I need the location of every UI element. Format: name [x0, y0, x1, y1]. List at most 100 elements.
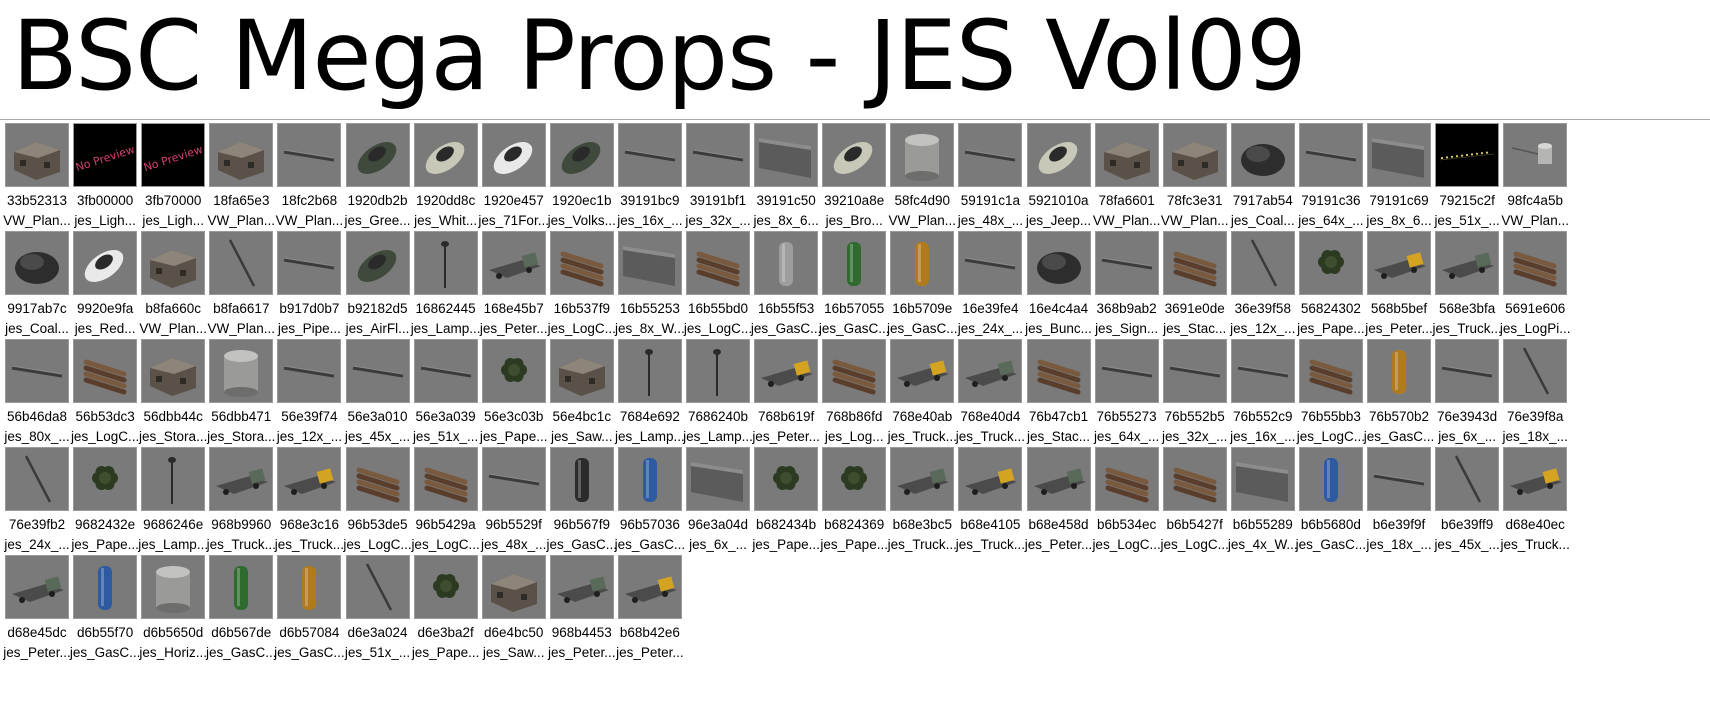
prop-item[interactable]: 76e39f8a jes_18x_... — [1498, 338, 1572, 456]
prop-item[interactable]: 768b86fd jes_Log... — [817, 338, 891, 456]
prop-item[interactable]: 98fc4a5b VW_Plan... — [1498, 122, 1572, 240]
prop-item[interactable]: 7686240b jes_Lamp... — [681, 338, 755, 456]
prop-item[interactable]: b682434b jes_Pape... — [749, 446, 823, 564]
prop-item[interactable]: 7917ab54 jes_Coal... — [1226, 122, 1300, 240]
prop-item[interactable]: 3691e0de jes_Stac... — [1158, 230, 1232, 348]
prop-item[interactable]: b68e4105 jes_Truck... — [953, 446, 1027, 564]
prop-item[interactable]: 56e39f74 jes_12x_... — [272, 338, 346, 456]
prop-item[interactable]: 56e3a010 jes_45x_... — [341, 338, 415, 456]
prop-item[interactable]: 9917ab7c jes_Coal... — [0, 230, 74, 348]
prop-item[interactable]: 16b57055 jes_GasC... — [817, 230, 891, 348]
prop-item[interactable]: 9920e9fa jes_Red... — [68, 230, 142, 348]
prop-item[interactable]: 368b9ab2 jes_Sign... — [1090, 230, 1164, 348]
prop-item[interactable]: b917d0b7 jes_Pipe... — [272, 230, 346, 348]
prop-item[interactable]: 56b53dc3 jes_LogC... — [68, 338, 142, 456]
prop-item[interactable]: 96e3a04d jes_6x_... — [681, 446, 755, 564]
prop-item[interactable]: 16b55f53 jes_GasC... — [749, 230, 823, 348]
prop-item[interactable]: 96b5529f jes_48x_... — [477, 446, 551, 564]
prop-item[interactable]: 96b567f9 jes_GasC... — [545, 446, 619, 564]
prop-item[interactable]: 58fc4d90 VW_Plan... — [885, 122, 959, 240]
prop-item[interactable]: b6b5680d jes_GasC... — [1294, 446, 1368, 564]
prop-item[interactable]: b6e39f9f jes_18x_... — [1362, 446, 1436, 564]
prop-item[interactable]: 79215c2f jes_51x_... — [1430, 122, 1504, 240]
prop-item[interactable]: d6e3ba2f jes_Pape... — [409, 554, 483, 672]
prop-item[interactable]: b68e458d jes_Peter... — [1022, 446, 1096, 564]
prop-item[interactable]: 9686246e jes_Lamp... — [136, 446, 210, 564]
prop-item[interactable]: 56e3c03b jes_Pape... — [477, 338, 551, 456]
prop-item[interactable]: d6b567de jes_GasC... — [204, 554, 278, 672]
prop-item[interactable]: No Preview 3fb70000 jes_Ligh... — [136, 122, 210, 240]
prop-item[interactable]: d6b57084 jes_GasC... — [272, 554, 346, 672]
prop-item[interactable]: 5921010a jes_Jeep... — [1022, 122, 1096, 240]
prop-item[interactable]: b8fa660c VW_Plan... — [136, 230, 210, 348]
prop-item[interactable]: 39191bf1 jes_32x_... — [681, 122, 755, 240]
prop-item[interactable]: 968b9960 jes_Truck... — [204, 446, 278, 564]
prop-item[interactable]: 59191c1a jes_48x_... — [953, 122, 1027, 240]
prop-item[interactable]: 16b55bd0 jes_LogC... — [681, 230, 755, 348]
prop-item[interactable]: 76b55bb3 jes_LogC... — [1294, 338, 1368, 456]
prop-item[interactable]: b8fa6617 VW_Plan... — [204, 230, 278, 348]
prop-item[interactable]: 568b5bef jes_Peter... — [1362, 230, 1436, 348]
prop-item[interactable]: 56824302 jes_Pape... — [1294, 230, 1368, 348]
prop-item[interactable]: 39191bc9 jes_16x_... — [613, 122, 687, 240]
prop-item[interactable]: 16e4c4a4 jes_Bunc... — [1022, 230, 1096, 348]
prop-item[interactable]: d6b5650d jes_Horiz... — [136, 554, 210, 672]
prop-item[interactable]: d6e4bc50 jes_Saw... — [477, 554, 551, 672]
prop-item[interactable]: 16b5709e jes_GasC... — [885, 230, 959, 348]
prop-item[interactable]: 18fc2b68 VW_Plan... — [272, 122, 346, 240]
prop-item[interactable]: 1920db2b jes_Gree... — [341, 122, 415, 240]
prop-item[interactable]: b68b42e6 jes_Peter... — [613, 554, 687, 672]
prop-item[interactable]: 79191c36 jes_64x_... — [1294, 122, 1368, 240]
prop-item[interactable]: 39191c50 jes_8x_6... — [749, 122, 823, 240]
prop-item[interactable]: 768b619f jes_Peter... — [749, 338, 823, 456]
prop-item[interactable]: 5691e606 jes_LogPi... — [1498, 230, 1572, 348]
prop-item[interactable]: 36e39f58 jes_12x_... — [1226, 230, 1300, 348]
prop-item[interactable]: 79191c69 jes_8x_6... — [1362, 122, 1436, 240]
prop-item[interactable]: 168e45b7 jes_Peter... — [477, 230, 551, 348]
prop-item[interactable]: 16862445 jes_Lamp... — [409, 230, 483, 348]
prop-item[interactable]: 76b552c9 jes_16x_... — [1226, 338, 1300, 456]
prop-item[interactable]: 56e4bc1c jes_Saw... — [545, 338, 619, 456]
prop-item[interactable]: 56b46da8 jes_80x_... — [0, 338, 74, 456]
prop-item[interactable]: b6e39ff9 jes_45x_... — [1430, 446, 1504, 564]
prop-item[interactable]: 96b57036 jes_GasC... — [613, 446, 687, 564]
prop-item[interactable]: b6b55289 jes_4x_W... — [1226, 446, 1300, 564]
prop-item[interactable]: 76e39fb2 jes_24x_... — [0, 446, 74, 564]
prop-item[interactable]: 768e40d4 jes_Truck... — [953, 338, 1027, 456]
prop-item[interactable]: d68e45dc jes_Peter... — [0, 554, 74, 672]
prop-item[interactable]: 39210a8e jes_Bro... — [817, 122, 891, 240]
prop-item[interactable]: b6b534ec jes_LogC... — [1090, 446, 1164, 564]
prop-item[interactable]: 96b5429a jes_LogC... — [409, 446, 483, 564]
prop-item[interactable]: 76b55273 jes_64x_... — [1090, 338, 1164, 456]
prop-item[interactable]: 16e39fe4 jes_24x_... — [953, 230, 1027, 348]
prop-item[interactable]: 768e40ab jes_Truck... — [885, 338, 959, 456]
prop-item[interactable]: d68e40ec jes_Truck... — [1498, 446, 1572, 564]
prop-item[interactable]: 1920e457 jes_71For... — [477, 122, 551, 240]
prop-item[interactable]: 76e3943d jes_6x_... — [1430, 338, 1504, 456]
prop-item[interactable]: 568e3bfa jes_Truck... — [1430, 230, 1504, 348]
prop-item[interactable]: 7684e692 jes_Lamp... — [613, 338, 687, 456]
prop-item[interactable]: 16b55253 jes_8x_W... — [613, 230, 687, 348]
prop-item[interactable]: 9682432e jes_Pape... — [68, 446, 142, 564]
prop-item[interactable]: 968e3c16 jes_Truck... — [272, 446, 346, 564]
prop-item[interactable]: d6e3a024 jes_51x_... — [341, 554, 415, 672]
prop-item[interactable]: 18fa65e3 VW_Plan... — [204, 122, 278, 240]
prop-item[interactable]: 56dbb44c jes_Stora... — [136, 338, 210, 456]
prop-item[interactable]: b6824369 jes_Pape... — [817, 446, 891, 564]
prop-item[interactable]: 78fc3e31 VW_Plan... — [1158, 122, 1232, 240]
prop-item[interactable]: b68e3bc5 jes_Truck... — [885, 446, 959, 564]
prop-item[interactable]: b6b5427f jes_LogC... — [1158, 446, 1232, 564]
prop-item[interactable]: 968b4453 jes_Peter... — [545, 554, 619, 672]
prop-item[interactable]: 76b47cb1 jes_Stac... — [1022, 338, 1096, 456]
prop-item[interactable]: No Preview 3fb00000 jes_Ligh... — [68, 122, 142, 240]
prop-item[interactable]: 33b52313 VW_Plan... — [0, 122, 74, 240]
prop-item[interactable]: 16b537f9 jes_LogC... — [545, 230, 619, 348]
prop-item[interactable]: 96b53de5 jes_LogC... — [341, 446, 415, 564]
prop-item[interactable]: 56dbb471 jes_Stora... — [204, 338, 278, 456]
prop-item[interactable]: 78fa6601 VW_Plan... — [1090, 122, 1164, 240]
prop-item[interactable]: 56e3a039 jes_51x_... — [409, 338, 483, 456]
prop-item[interactable]: 76b552b5 jes_32x_... — [1158, 338, 1232, 456]
prop-item[interactable]: 1920ec1b jes_Volks... — [545, 122, 619, 240]
prop-item[interactable]: d6b55f70 jes_GasC... — [68, 554, 142, 672]
prop-item[interactable]: 1920dd8c jes_Whit... — [409, 122, 483, 240]
